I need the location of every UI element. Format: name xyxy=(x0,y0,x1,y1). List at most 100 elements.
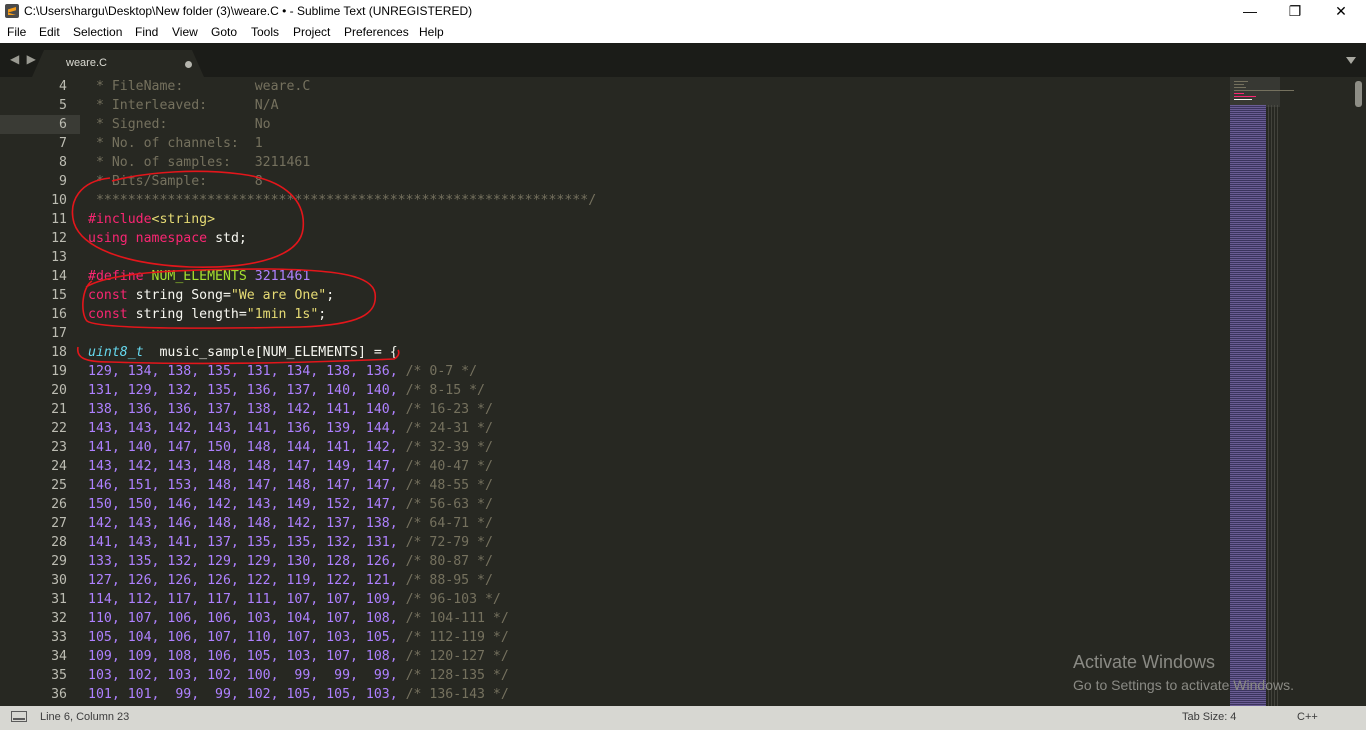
code-token: * Bits/Sample: 8 xyxy=(88,174,263,189)
code-line[interactable]: * Interleaved: N/A xyxy=(88,96,279,115)
code-line[interactable]: 138, 136, 136, 137, 138, 142, 141, 140, … xyxy=(88,400,493,419)
code-line[interactable]: 141, 143, 141, 137, 135, 135, 132, 131, … xyxy=(88,533,493,552)
line-number: 18 xyxy=(51,345,67,360)
code-line[interactable]: 143, 142, 143, 148, 148, 147, 149, 147, … xyxy=(88,457,493,476)
code-token: 141, 140, 147, 150, 148, 144, 141, 142, xyxy=(88,440,406,455)
code-token: /* 64-71 */ xyxy=(405,516,493,531)
menu-bar: File Edit Selection Find View Goto Tools… xyxy=(0,22,1366,43)
code-token: /* 112-119 */ xyxy=(405,630,509,645)
line-number: 14 xyxy=(51,269,67,284)
code-line[interactable]: 101, 101, 99, 99, 102, 105, 105, 103, /*… xyxy=(88,685,509,704)
scrollbar-thumb[interactable] xyxy=(1355,81,1362,107)
code-line[interactable]: uint8_t music_sample[NUM_ELEMENTS] = { xyxy=(88,343,398,362)
line-number: 27 xyxy=(51,516,67,531)
code-line[interactable]: 114, 112, 117, 117, 111, 107, 107, 109, … xyxy=(88,590,501,609)
code-line[interactable]: 129, 134, 138, 135, 131, 134, 138, 136, … xyxy=(88,362,477,381)
window-title-bar[interactable]: C:\Users\hargu\Desktop\New folder (3)\we… xyxy=(0,0,1366,22)
minimap-number-block xyxy=(1230,105,1266,706)
line-number: 15 xyxy=(51,288,67,303)
menu-goto[interactable]: Goto xyxy=(211,25,237,39)
code-line[interactable]: * FileName: weare.C xyxy=(88,77,310,96)
code-line[interactable]: 110, 107, 106, 106, 103, 104, 107, 108, … xyxy=(88,609,509,628)
code-line[interactable]: * No. of channels: 1 xyxy=(88,134,263,153)
menu-file[interactable]: File xyxy=(7,25,26,39)
code-token: uint8_t xyxy=(88,345,144,360)
code-token: 101, 101, 99, 99, 102, 105, 105, 103, xyxy=(88,687,406,702)
close-button[interactable]: ✕ xyxy=(1318,0,1364,22)
code-line[interactable]: #include<string> xyxy=(88,210,215,229)
code-line[interactable]: const string length="1min 1s"; xyxy=(88,305,326,324)
tab-size-selector[interactable]: Tab Size: 4 xyxy=(1182,711,1236,723)
menu-view[interactable]: View xyxy=(172,25,198,39)
code-line[interactable]: 150, 150, 146, 142, 143, 149, 152, 147, … xyxy=(88,495,493,514)
code-line[interactable]: const string Song="We are One"; xyxy=(88,286,334,305)
maximize-button[interactable]: ❐ xyxy=(1272,0,1318,22)
code-line[interactable]: 142, 143, 146, 148, 148, 142, 137, 138, … xyxy=(88,514,493,533)
tab-list-dropdown-icon[interactable] xyxy=(1346,57,1356,64)
code-line[interactable]: 143, 143, 142, 143, 141, 136, 139, 144, … xyxy=(88,419,493,438)
code-token: music_sample[NUM_ELEMENTS] = { xyxy=(143,345,398,360)
code-token: * Interleaved: N/A xyxy=(88,98,279,113)
minimize-button[interactable]: — xyxy=(1227,0,1273,22)
code-line[interactable]: using namespace std; xyxy=(88,229,247,248)
code-token: /* 32-39 */ xyxy=(405,440,493,455)
line-number: 7 xyxy=(59,136,67,151)
code-token: 3211461 xyxy=(254,269,311,284)
code-token: ****************************************… xyxy=(88,193,597,208)
code-editor[interactable]: 4 5 6 7 8 9 10 11 12 13 14 15 16 17 18 19 20 21 22 23 24 25 26… xyxy=(0,77,1230,706)
line-number: 20 xyxy=(51,383,67,398)
code-line[interactable]: 133, 135, 132, 129, 129, 130, 128, 126, … xyxy=(88,552,493,571)
code-line[interactable]: 127, 126, 126, 126, 122, 119, 122, 121, … xyxy=(88,571,493,590)
activate-windows-title: Activate Windows xyxy=(1073,652,1216,672)
menu-project[interactable]: Project xyxy=(293,25,330,39)
code-line[interactable]: * Bits/Sample: 8 xyxy=(88,172,263,191)
code-token: 129, 134, 138, 135, 131, 134, 138, 136, xyxy=(88,364,406,379)
code-line[interactable]: 146, 151, 153, 148, 147, 148, 147, 147, … xyxy=(88,476,493,495)
line-number: 30 xyxy=(51,573,67,588)
code-token: /* 72-79 */ xyxy=(405,535,493,550)
code-token: 103, 102, 103, 102, 100, 99, 99, 99, xyxy=(88,668,406,683)
code-line[interactable]: 109, 109, 108, 106, 105, 103, 107, 108, … xyxy=(88,647,509,666)
syntax-selector[interactable]: C++ xyxy=(1297,711,1318,723)
code-line[interactable]: 141, 140, 147, 150, 148, 144, 141, 142, … xyxy=(88,438,493,457)
menu-tools[interactable]: Tools xyxy=(251,25,279,39)
code-token: 110, 107, 106, 106, 103, 104, 107, 108, xyxy=(88,611,406,626)
window-title: C:\Users\hargu\Desktop\New folder (3)\we… xyxy=(24,4,473,18)
code-token: #include xyxy=(88,212,152,227)
tab-navigation-arrows-icon[interactable]: ◀ ▶ xyxy=(10,52,38,66)
code-token: /* 128-135 */ xyxy=(405,668,509,683)
tab-weare-c[interactable]: weare.C xyxy=(32,50,204,77)
menu-preferences[interactable]: Preferences xyxy=(344,25,409,39)
sublime-text-icon xyxy=(5,4,19,18)
code-token: "We are One" xyxy=(230,288,327,303)
code-token: * Signed: No xyxy=(88,117,271,132)
code-token: string Song= xyxy=(127,288,231,303)
tab-bar: ◀ ▶ weare.C xyxy=(0,43,1366,77)
code-line[interactable]: * Signed: No xyxy=(88,115,271,134)
code-token: 142, 143, 146, 148, 148, 142, 137, 138, xyxy=(88,516,406,531)
menu-selection[interactable]: Selection xyxy=(73,25,122,39)
menu-help[interactable]: Help xyxy=(419,25,444,39)
code-line[interactable]: ****************************************… xyxy=(88,191,596,210)
code-token: string length= xyxy=(127,307,247,322)
line-number: 11 xyxy=(51,212,67,227)
unsaved-dot-icon[interactable] xyxy=(185,61,192,68)
code-token: #define xyxy=(88,269,144,284)
code-token: <string> xyxy=(151,212,216,227)
minimap-comment-column xyxy=(1268,105,1280,706)
code-line[interactable]: 131, 129, 132, 135, 136, 137, 140, 140, … xyxy=(88,381,485,400)
code-line[interactable]: 103, 102, 103, 102, 100, 99, 99, 99, /* … xyxy=(88,666,509,685)
code-token: /* 96-103 */ xyxy=(405,592,501,607)
console-panel-icon[interactable] xyxy=(11,711,27,722)
menu-find[interactable]: Find xyxy=(135,25,158,39)
menu-edit[interactable]: Edit xyxy=(39,25,60,39)
code-token: 105, 104, 106, 107, 110, 107, 103, 105, xyxy=(88,630,406,645)
vertical-scrollbar[interactable] xyxy=(1352,77,1366,706)
code-line[interactable]: #define NUM_ELEMENTS 3211461 xyxy=(88,267,310,286)
code-token: * No. of samples: 3211461 xyxy=(88,155,311,170)
minimap[interactable] xyxy=(1230,77,1352,706)
code-line[interactable]: 105, 104, 106, 107, 110, 107, 103, 105, … xyxy=(88,628,509,647)
code-line[interactable]: * No. of samples: 3211461 xyxy=(88,153,310,172)
line-number: 25 xyxy=(51,478,67,493)
